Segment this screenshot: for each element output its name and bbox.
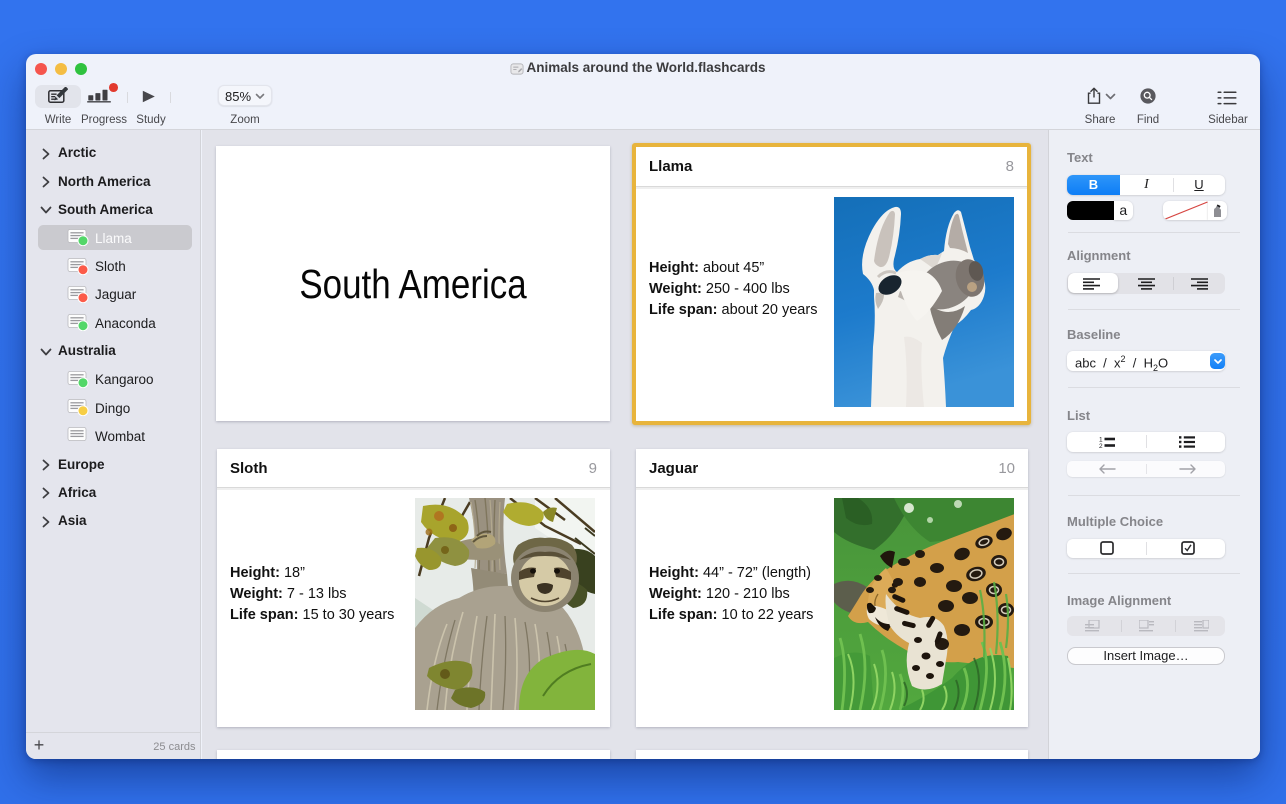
svg-text:2: 2 — [1099, 443, 1103, 448]
